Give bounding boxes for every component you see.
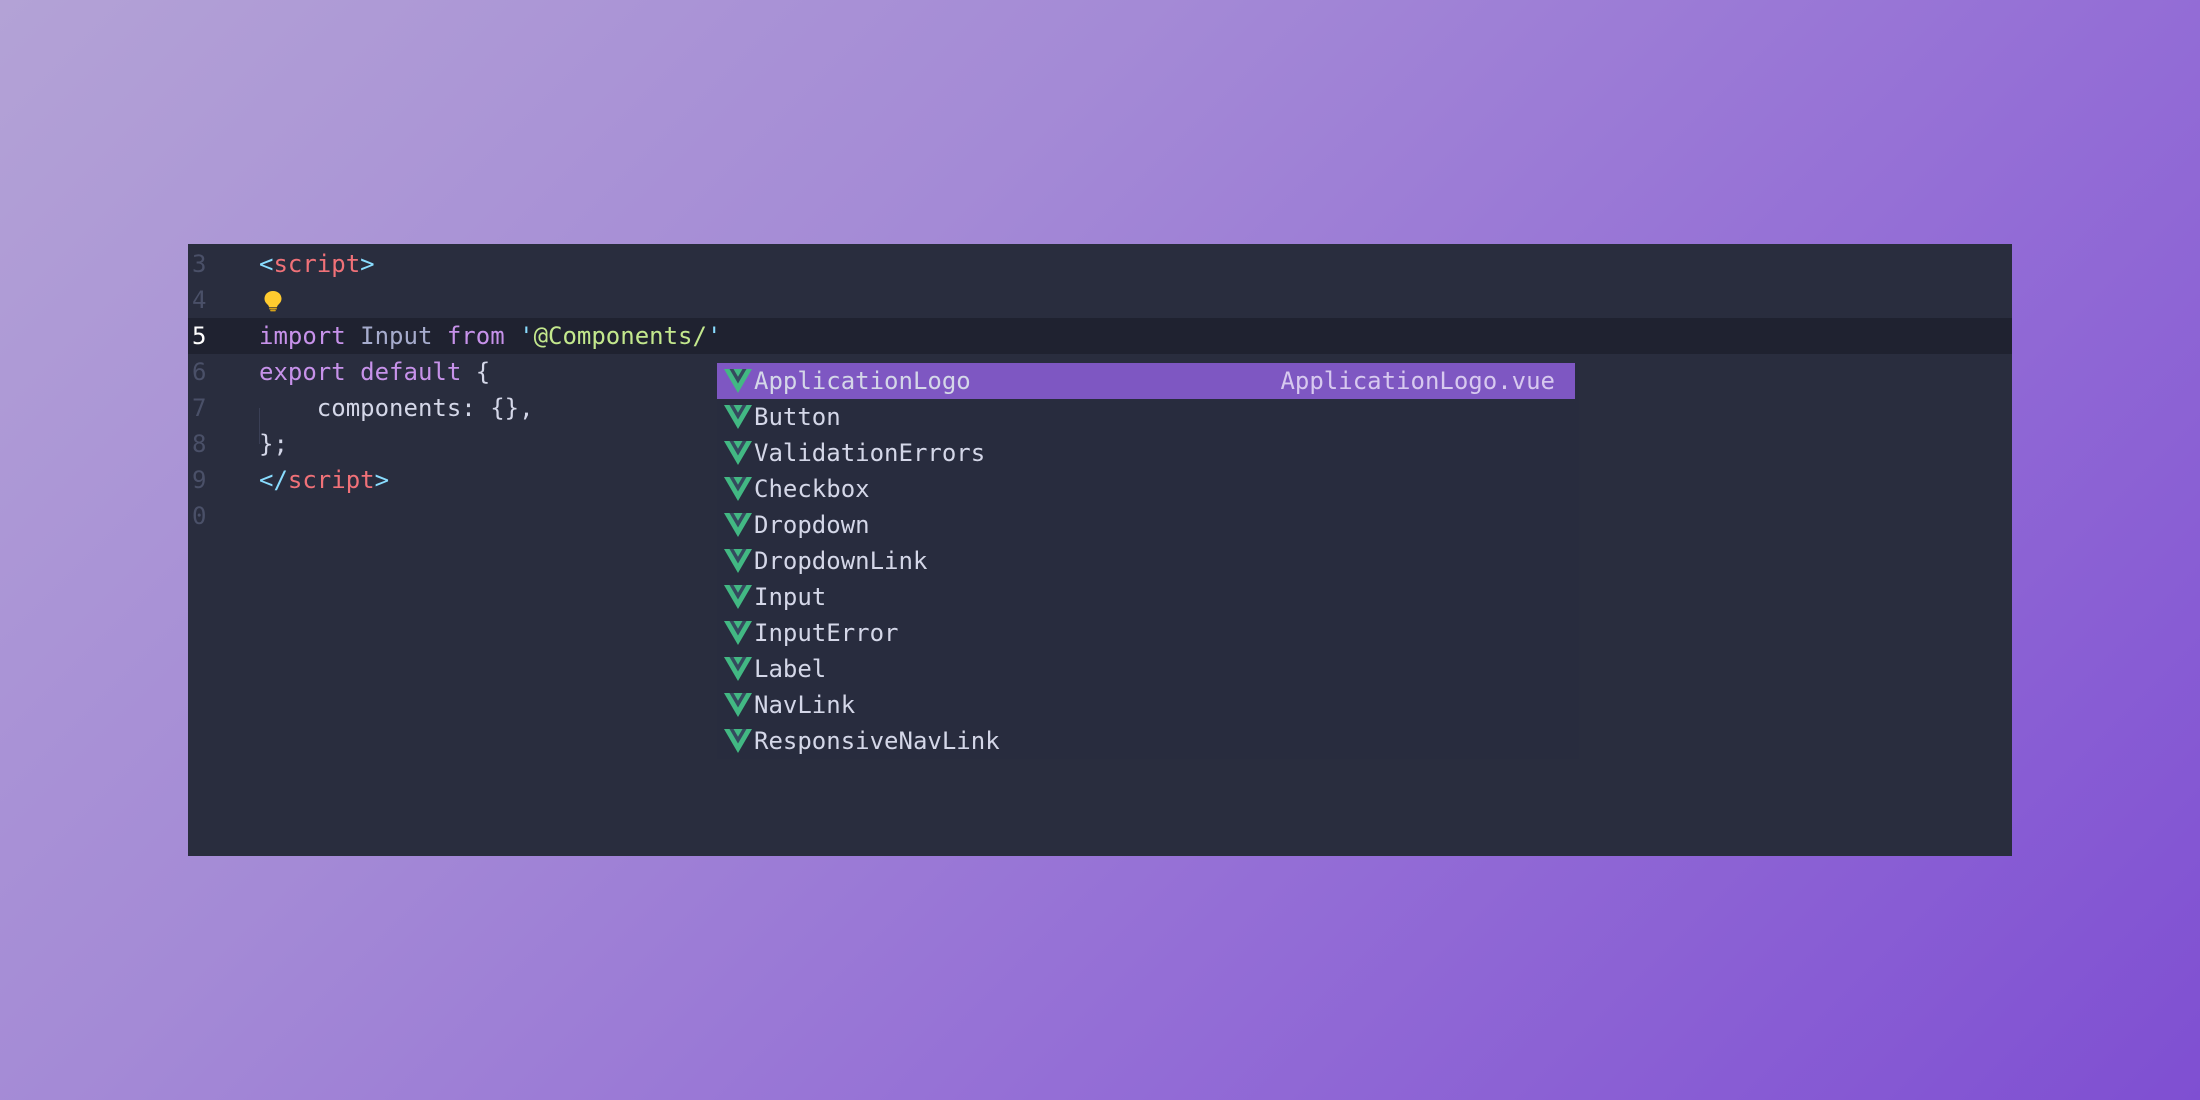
vue-icon [724, 477, 752, 501]
suggestion-label: Label [754, 655, 827, 683]
line-code: components: {}, [259, 390, 534, 426]
suggestion-label: ValidationErrors [754, 439, 986, 467]
suggestion-label: ApplicationLogo [754, 367, 971, 395]
line-number: 0 [192, 502, 207, 530]
suggestion-label: DropdownLink [754, 547, 928, 575]
suggestion-item[interactable]: ApplicationLogo ApplicationLogo.vue [717, 363, 1575, 399]
suggestion-label: Button [754, 403, 841, 431]
suggestion-item[interactable]: Checkbox [717, 471, 1575, 507]
suggestion-item[interactable]: NavLink [717, 687, 1575, 723]
code-token: components: {}, [259, 394, 534, 422]
line-code: export default { [259, 354, 490, 390]
code-line[interactable]: 3 <script> [188, 246, 2012, 282]
suggestion-label: ResponsiveNavLink [754, 727, 1000, 755]
line-number: 6 [192, 358, 207, 386]
line-number: 4 [192, 286, 207, 314]
vue-icon [724, 549, 752, 573]
code-token: > [374, 466, 390, 494]
code-token: default [360, 358, 462, 386]
line-number: 9 [192, 466, 207, 494]
suggestion-item[interactable]: DropdownLink [717, 543, 1575, 579]
code-token: script [287, 466, 375, 494]
code-line[interactable]: 4 [188, 282, 2012, 318]
line-code: import Input from '@Components/' [259, 318, 721, 354]
vue-icon [724, 621, 752, 645]
code-editor[interactable]: 3 <script> 4 5 import Input from '@Component… [188, 244, 2012, 856]
code-token: import [259, 322, 346, 350]
code-line[interactable]: 5 import Input from '@Components/' [188, 318, 2012, 354]
suggestion-label: Input [754, 583, 827, 611]
code-token: </ [259, 466, 288, 494]
line-number: 7 [192, 394, 207, 422]
indent-guide [259, 408, 260, 444]
line-code: }; [259, 426, 288, 462]
suggestion-item[interactable]: ResponsiveNavLink [717, 723, 1575, 759]
lightbulb-icon[interactable] [263, 290, 283, 312]
suggestion-item[interactable]: Input [717, 579, 1575, 615]
line-number: 5 [192, 322, 207, 350]
line-number: 8 [192, 430, 207, 458]
vue-icon [724, 513, 752, 537]
suggestion-label: NavLink [754, 691, 856, 719]
suggestion-label: InputError [754, 619, 899, 647]
suggestion-detail: ApplicationLogo.vue [1280, 367, 1555, 395]
suggestion-label: Dropdown [754, 511, 870, 539]
vue-icon [724, 657, 752, 681]
suggestion-widget[interactable]: ApplicationLogo ApplicationLogo.vue Button… [717, 363, 1579, 759]
code-token: { [461, 358, 491, 386]
suggestion-item[interactable]: Button [717, 399, 1575, 435]
suggestion-item[interactable]: Dropdown [717, 507, 1575, 543]
code-token: script [273, 250, 361, 278]
code-token: }; [259, 430, 288, 458]
vue-icon [724, 405, 752, 429]
code-token: < [259, 250, 274, 278]
suggestion-item[interactable]: ValidationErrors [717, 435, 1575, 471]
code-token: ' [706, 322, 722, 350]
vue-icon [724, 441, 752, 465]
vue-icon [724, 729, 752, 753]
suggestion-label: Checkbox [754, 475, 870, 503]
suggestion-item[interactable]: Label [717, 651, 1575, 687]
code-token: ' [519, 322, 534, 350]
code-token: > [360, 250, 375, 278]
code-token: from [446, 322, 505, 350]
vue-icon [724, 693, 752, 717]
code-token: @Components/ [533, 322, 707, 350]
suggestion-item[interactable]: InputError [717, 615, 1575, 651]
vue-icon [724, 585, 752, 609]
line-code: </script> [259, 462, 389, 498]
vue-icon [724, 369, 752, 393]
code-token: export [259, 358, 346, 386]
line-code: <script> [259, 246, 375, 282]
code-token: Input [345, 322, 447, 350]
line-number: 3 [192, 250, 207, 278]
